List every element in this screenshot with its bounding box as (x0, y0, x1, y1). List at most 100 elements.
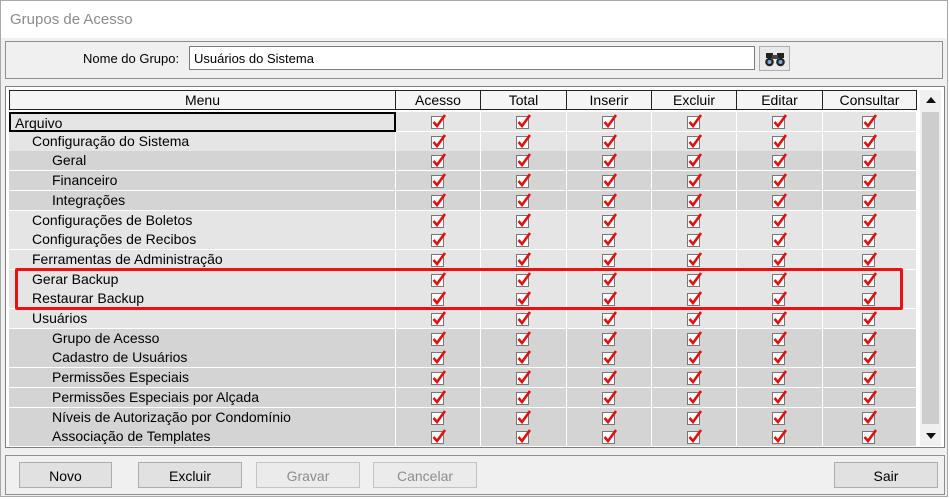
permission-checkbox-consultar[interactable] (823, 249, 917, 270)
permission-checkbox-inserir[interactable] (567, 249, 652, 270)
permission-checkbox-editar[interactable] (737, 289, 823, 310)
permission-checkbox-editar[interactable] (737, 190, 823, 211)
group-name-input[interactable] (189, 46, 755, 70)
sair-button[interactable]: Sair (834, 462, 938, 488)
permission-checkbox-total[interactable] (481, 190, 567, 211)
permission-checkbox-inserir[interactable] (567, 190, 652, 211)
menu-cell[interactable]: Arquivo (9, 112, 396, 132)
table-row[interactable]: Usuários (9, 309, 920, 329)
permission-checkbox-consultar[interactable] (823, 427, 917, 447)
table-row[interactable]: Cadastro de Usuários (9, 348, 920, 369)
permission-checkbox-editar[interactable] (737, 348, 823, 369)
permission-checkbox-consultar[interactable] (823, 289, 917, 310)
permission-checkbox-inserir[interactable] (567, 309, 652, 329)
menu-cell[interactable]: Restaurar Backup (9, 289, 396, 310)
permission-checkbox-acesso[interactable] (396, 151, 481, 172)
table-row[interactable]: Integrações (9, 190, 920, 211)
menu-cell[interactable]: Ferramentas de Administração (9, 249, 396, 270)
permission-checkbox-inserir[interactable] (567, 289, 652, 310)
permission-checkbox-consultar[interactable] (823, 348, 917, 369)
permission-checkbox-excluir[interactable] (652, 368, 737, 389)
permission-checkbox-excluir[interactable] (652, 171, 737, 192)
permission-checkbox-total[interactable] (481, 407, 567, 428)
permission-checkbox-acesso[interactable] (396, 407, 481, 428)
permission-checkbox-inserir[interactable] (567, 348, 652, 369)
permission-checkbox-acesso[interactable] (396, 210, 481, 231)
permission-checkbox-total[interactable] (481, 387, 567, 408)
permission-checkbox-acesso[interactable] (396, 387, 481, 408)
permission-checkbox-excluir[interactable] (652, 427, 737, 447)
table-row[interactable]: Configuração do Sistema (9, 131, 920, 152)
permission-checkbox-consultar[interactable] (823, 171, 917, 192)
permission-checkbox-inserir[interactable] (567, 427, 652, 447)
table-row[interactable]: Gerar Backup (9, 269, 920, 290)
permission-checkbox-inserir[interactable] (567, 230, 652, 251)
permission-checkbox-total[interactable] (481, 151, 567, 172)
permission-checkbox-total[interactable] (481, 210, 567, 231)
table-row[interactable]: Ferramentas de Administração (9, 249, 920, 270)
permission-checkbox-total[interactable] (481, 112, 567, 132)
permission-checkbox-editar[interactable] (737, 407, 823, 428)
permission-checkbox-consultar[interactable] (823, 190, 917, 211)
permission-checkbox-excluir[interactable] (652, 289, 737, 310)
permission-checkbox-total[interactable] (481, 289, 567, 310)
permission-checkbox-acesso[interactable] (396, 368, 481, 389)
table-row[interactable]: Configurações de Boletos (9, 210, 920, 231)
table-row[interactable]: Grupo de Acesso (9, 328, 920, 349)
permission-checkbox-acesso[interactable] (396, 328, 481, 349)
permission-checkbox-inserir[interactable] (567, 328, 652, 349)
permission-checkbox-consultar[interactable] (823, 230, 917, 251)
permission-checkbox-total[interactable] (481, 368, 567, 389)
permission-checkbox-editar[interactable] (737, 328, 823, 349)
novo-button[interactable]: Novo (19, 462, 112, 488)
permission-checkbox-editar[interactable] (737, 171, 823, 192)
permission-checkbox-inserir[interactable] (567, 210, 652, 231)
permission-checkbox-excluir[interactable] (652, 309, 737, 329)
table-row[interactable]: Financeiro (9, 171, 920, 192)
permission-checkbox-excluir[interactable] (652, 131, 737, 152)
permission-checkbox-total[interactable] (481, 427, 567, 447)
permission-checkbox-acesso[interactable] (396, 112, 481, 132)
permission-checkbox-consultar[interactable] (823, 269, 917, 290)
permission-checkbox-inserir[interactable] (567, 368, 652, 389)
permission-checkbox-acesso[interactable] (396, 230, 481, 251)
table-row[interactable]: Associação de Templates (9, 427, 920, 447)
menu-cell[interactable]: Grupo de Acesso (9, 328, 396, 349)
scroll-thumb[interactable] (922, 112, 939, 424)
permission-checkbox-total[interactable] (481, 348, 567, 369)
permission-checkbox-editar[interactable] (737, 151, 823, 172)
permission-checkbox-excluir[interactable] (652, 269, 737, 290)
permission-checkbox-acesso[interactable] (396, 190, 481, 211)
vertical-scrollbar[interactable] (920, 90, 941, 446)
permission-checkbox-inserir[interactable] (567, 151, 652, 172)
permission-checkbox-consultar[interactable] (823, 387, 917, 408)
menu-cell[interactable]: Cadastro de Usuários (9, 348, 396, 369)
gravar-button[interactable]: Gravar (256, 462, 360, 488)
permission-checkbox-editar[interactable] (737, 112, 823, 132)
permission-checkbox-consultar[interactable] (823, 210, 917, 231)
table-row[interactable]: Níveis de Autorização por Condomínio (9, 407, 920, 428)
menu-cell[interactable]: Associação de Templates (9, 427, 396, 447)
permission-checkbox-excluir[interactable] (652, 190, 737, 211)
permission-checkbox-excluir[interactable] (652, 230, 737, 251)
permission-checkbox-editar[interactable] (737, 230, 823, 251)
permission-checkbox-excluir[interactable] (652, 328, 737, 349)
permission-checkbox-consultar[interactable] (823, 131, 917, 152)
permission-checkbox-excluir[interactable] (652, 387, 737, 408)
permission-checkbox-inserir[interactable] (567, 407, 652, 428)
permission-checkbox-inserir[interactable] (567, 269, 652, 290)
menu-cell[interactable]: Configurações de Recibos (9, 230, 396, 251)
permission-checkbox-editar[interactable] (737, 249, 823, 270)
excluir-button[interactable]: Excluir (138, 462, 242, 488)
table-row[interactable]: Permissões Especiais por Alçada (9, 387, 920, 408)
table-row[interactable]: Geral (9, 151, 920, 172)
menu-cell[interactable]: Integrações (9, 190, 396, 211)
menu-cell[interactable]: Configurações de Boletos (9, 210, 396, 231)
permission-checkbox-excluir[interactable] (652, 151, 737, 172)
permission-checkbox-excluir[interactable] (652, 210, 737, 231)
permission-checkbox-total[interactable] (481, 328, 567, 349)
permission-checkbox-acesso[interactable] (396, 348, 481, 369)
permission-checkbox-consultar[interactable] (823, 328, 917, 349)
permission-checkbox-consultar[interactable] (823, 309, 917, 329)
permission-checkbox-total[interactable] (481, 131, 567, 152)
